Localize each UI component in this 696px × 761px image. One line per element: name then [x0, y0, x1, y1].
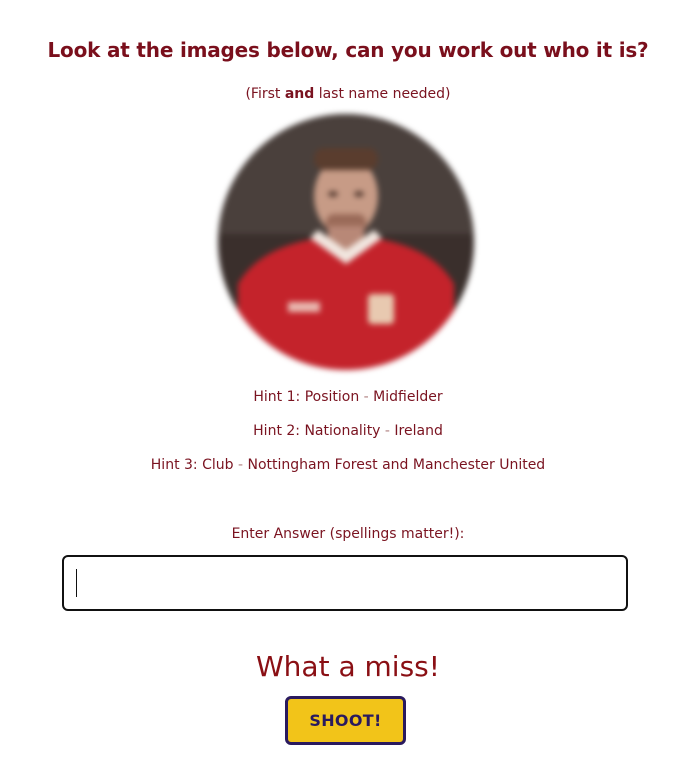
subtitle-bold: and: [284, 86, 315, 102]
hint-separator: -: [380, 423, 395, 439]
shoot-button[interactable]: SHOOT!: [285, 696, 406, 745]
hint-2-value: Ireland: [394, 423, 443, 439]
answer-input[interactable]: [62, 555, 628, 611]
subtitle-prefix: (First: [245, 86, 285, 102]
text-caret: [76, 569, 77, 597]
hint-3-value: Nottingham Forest and Manchester United: [247, 457, 546, 473]
hint-separator: -: [359, 389, 374, 405]
subtitle-suffix: last name needed): [314, 86, 451, 102]
hint-1-label: Hint 1: Position: [253, 389, 360, 405]
hint-1: Hint 1: Position - Midfielder: [0, 389, 696, 405]
subtitle: (First and last name needed): [0, 86, 696, 102]
hint-separator: -: [233, 457, 248, 473]
result-message: What a miss!: [256, 650, 440, 683]
hint-3-label: Hint 3: Club: [150, 457, 234, 473]
hint-2: Hint 2: Nationality - Ireland: [0, 423, 696, 439]
hint-1-value: Midfielder: [373, 389, 443, 405]
page-title: Look at the images below, can you work o…: [47, 38, 649, 62]
blurred-player-photo: [218, 114, 474, 370]
hint-2-label: Hint 2: Nationality: [253, 423, 381, 439]
answer-label: Enter Answer (spellings matter!):: [231, 526, 465, 542]
hint-3: Hint 3: Club - Nottingham Forest and Man…: [0, 457, 696, 473]
